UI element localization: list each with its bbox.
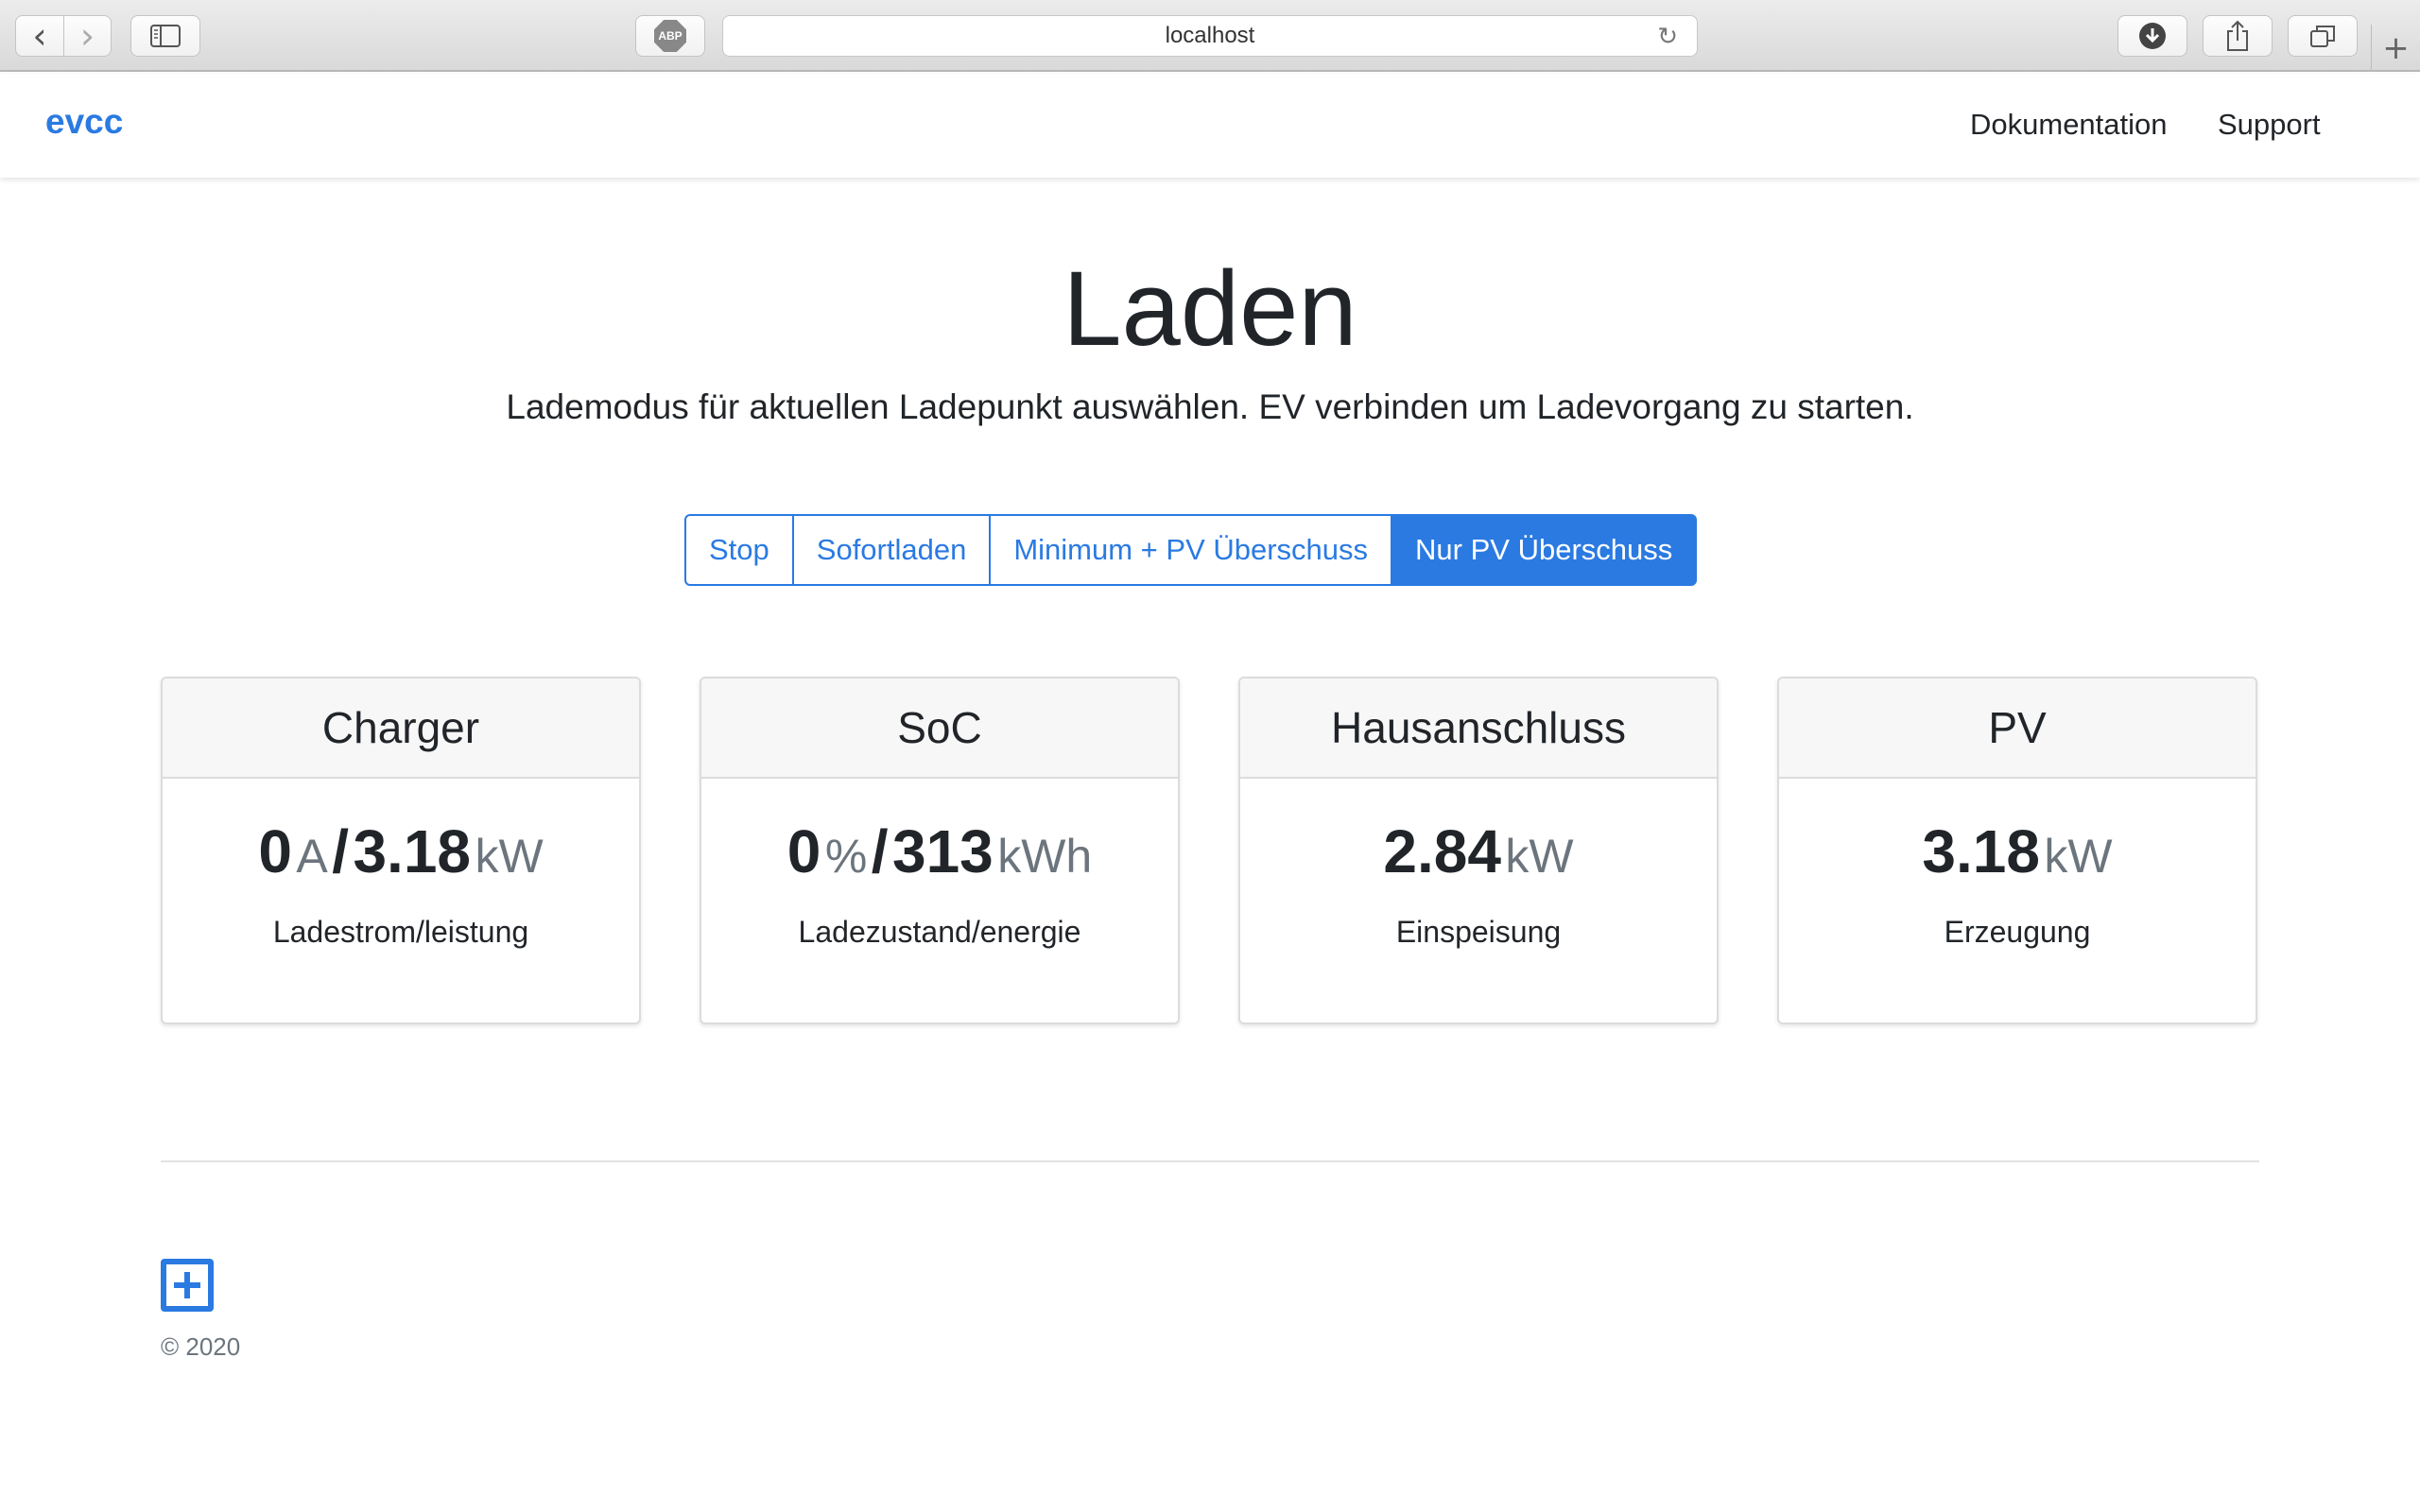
back-button[interactable]: ‹ xyxy=(16,16,63,56)
card-value: 0 % / 313 kWh xyxy=(701,816,1178,886)
card-value: 0 A / 3.18 kW xyxy=(163,816,639,886)
card-label: Ladestrom/leistung xyxy=(272,915,529,949)
download-icon xyxy=(2139,23,2166,49)
plus-square-icon[interactable] xyxy=(161,1259,214,1312)
charge-current-unit: A xyxy=(296,830,328,883)
charge-mode-selector: Stop Sofortladen Minimum + PV Überschuss… xyxy=(684,514,1698,586)
nav-link-support[interactable]: Support xyxy=(2218,108,2321,142)
grid-power-unit: kW xyxy=(1505,830,1574,883)
grid-power-value: 2.84 xyxy=(1383,817,1501,885)
energy-unit: kWh xyxy=(997,830,1093,883)
tabs-icon xyxy=(2310,26,2335,47)
top-navbar: evcc Dokumentation Support xyxy=(0,74,2420,178)
pv-power-value: 3.18 xyxy=(1922,817,2040,885)
card-charger: Charger 0 A / 3.18 kW Ladestrom/leistung xyxy=(161,677,641,1024)
reload-icon[interactable]: ↻ xyxy=(1657,22,1678,51)
soc-value: 0 xyxy=(786,817,821,885)
footer-divider xyxy=(161,1160,2259,1162)
energy-value: 313 xyxy=(891,817,994,885)
page-title: Laden xyxy=(1063,249,1357,368)
card-title: PV xyxy=(1779,679,2256,779)
card-label: Einspeisung xyxy=(1395,915,1562,949)
page-lead: Lademodus für aktuellen Ladepunkt auswäh… xyxy=(506,387,1914,426)
charge-power-unit: kW xyxy=(475,830,544,883)
copyright: © 2020 xyxy=(161,1332,241,1361)
soc-unit: % xyxy=(824,830,868,883)
new-tab-button[interactable]: + xyxy=(2371,25,2420,72)
nav-link-documentation[interactable]: Dokumentation xyxy=(1970,108,2168,142)
value-separator: / xyxy=(871,817,889,885)
address-bar[interactable]: localhost ↻ xyxy=(722,15,1698,57)
show-tabs-button[interactable] xyxy=(2288,15,2358,57)
mode-button-sofortladen[interactable]: Sofortladen xyxy=(791,514,992,586)
sidebar-button[interactable] xyxy=(130,15,200,57)
mode-button-minimum-pv[interactable]: Minimum + PV Überschuss xyxy=(989,514,1393,586)
brand-link[interactable]: evcc xyxy=(45,102,123,142)
pv-power-unit: kW xyxy=(2044,830,2113,883)
mode-button-stop[interactable]: Stop xyxy=(684,514,794,586)
card-title: Charger xyxy=(163,679,639,779)
card-label: Erzeugung xyxy=(1944,915,2091,949)
plus-icon: + xyxy=(2382,29,2410,67)
charge-current-value: 0 xyxy=(258,817,292,885)
card-value: 3.18 kW xyxy=(1779,816,2256,886)
card-hausanschluss: Hausanschluss 2.84 kW Einspeisung xyxy=(1238,677,1719,1024)
mode-button-nur-pv[interactable]: Nur PV Überschuss xyxy=(1391,514,1698,586)
card-soc: SoC 0 % / 313 kWh Ladezustand/energie xyxy=(700,677,1180,1024)
share-button[interactable] xyxy=(2203,15,2273,57)
adblock-button[interactable]: ABP xyxy=(635,15,705,57)
forward-button[interactable]: › xyxy=(63,16,111,56)
url-text: localhost xyxy=(1165,23,1255,48)
value-separator: / xyxy=(332,817,349,885)
card-title: SoC xyxy=(701,679,1178,779)
downloads-button[interactable] xyxy=(2118,15,2187,57)
card-title: Hausanschluss xyxy=(1240,679,1717,779)
history-nav: ‹ › xyxy=(15,15,112,57)
card-value: 2.84 kW xyxy=(1240,816,1717,886)
browser-toolbar: ‹ › ABP localhost ↻ + xyxy=(0,0,2420,72)
adblock-icon: ABP xyxy=(654,20,686,52)
card-pv: PV 3.18 kW Erzeugung xyxy=(1777,677,2257,1024)
charge-power-value: 3.18 xyxy=(353,817,471,885)
chevron-right-icon: › xyxy=(79,15,95,57)
card-label: Ladezustand/energie xyxy=(798,915,1081,949)
chevron-left-icon: ‹ xyxy=(32,15,47,57)
sidebar-icon xyxy=(150,25,181,47)
share-icon xyxy=(2227,20,2248,51)
